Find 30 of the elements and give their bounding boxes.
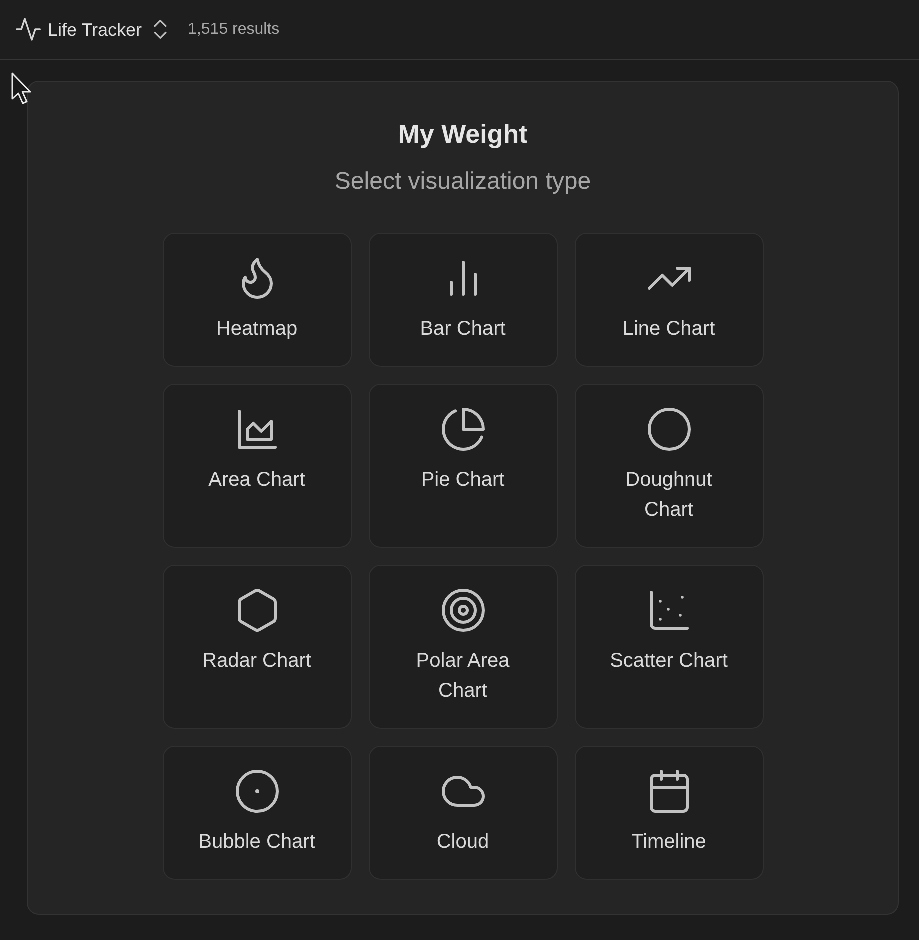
chart-type-option[interactable]: Line Chart — [574, 233, 764, 367]
chart-type-option[interactable]: Timeline — [574, 746, 764, 880]
chart-type-option[interactable]: Radar Chart — [162, 565, 352, 729]
bar-chart-icon — [450, 260, 476, 296]
circle-icon — [648, 408, 690, 450]
chart-type-option[interactable]: Polar Area Chart — [368, 565, 558, 729]
pie-chart-icon — [442, 408, 484, 450]
chart-type-option[interactable]: Area Chart — [162, 384, 352, 548]
area-chart-icon — [238, 410, 276, 448]
chart-type-option[interactable]: Scatter Chart — [574, 565, 764, 729]
cloud-icon — [442, 776, 484, 806]
result-count: 1,515 results — [188, 20, 280, 40]
chevrons-up-down-icon[interactable] — [154, 20, 168, 39]
app-name[interactable]: Life Tracker — [48, 18, 142, 42]
dialog-title: My Weight — [398, 118, 528, 150]
chart-type-option[interactable]: Pie Chart — [368, 384, 558, 548]
hexagon-icon — [238, 588, 276, 632]
flame-icon — [242, 258, 272, 298]
chart-type-option[interactable]: Cloud — [368, 746, 558, 880]
target-icon — [442, 588, 484, 632]
circle-dot-icon — [236, 770, 278, 812]
calendar-icon — [650, 770, 688, 812]
chart-type-option[interactable]: Bar Chart — [368, 233, 558, 367]
scatter-plot-icon — [650, 590, 688, 630]
chart-type-option[interactable]: Bubble Chart — [162, 746, 352, 880]
chart-type-option[interactable]: Heatmap — [162, 233, 352, 367]
dialog-subtitle: Select visualization type — [334, 167, 592, 197]
trending-up-icon — [648, 266, 690, 290]
chart-type-option[interactable]: Doughnut Chart — [574, 384, 764, 548]
activity-icon — [16, 18, 41, 41]
